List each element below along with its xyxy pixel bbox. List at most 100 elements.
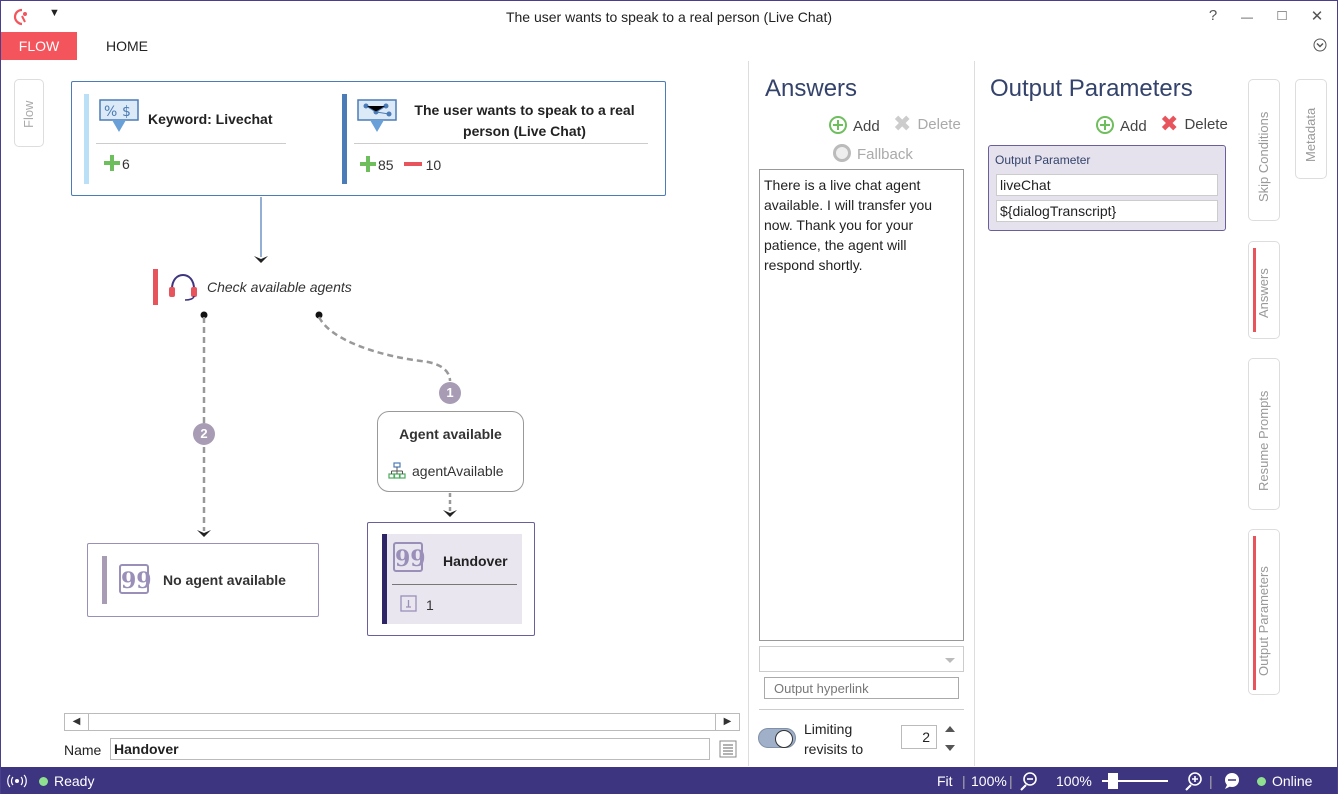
trigger-intent-negative-count: 10 [425, 157, 442, 173]
trigger-keyword-positive-count: 6 [122, 156, 130, 172]
zoom-left-value: 100% [971, 773, 1007, 789]
trigger-keyword-title: Keyword: Livechat [148, 111, 273, 127]
side-tab-answers[interactable]: Answers [1248, 241, 1280, 339]
handover-count: 1 [426, 597, 434, 613]
add-icon [829, 116, 847, 134]
limit-revisits-toggle[interactable] [758, 728, 796, 748]
check-agents-label: Check available agents [207, 279, 352, 295]
zoom-in-icon[interactable] [1184, 771, 1204, 791]
side-tab-resume-prompts[interactable]: Resume Prompts [1248, 358, 1280, 510]
maximize-button[interactable]: □ [1272, 7, 1292, 24]
status-ready-label: Ready [54, 773, 95, 789]
delete-x-icon: ✖ [1160, 111, 1179, 136]
tab-home[interactable]: HOME [106, 32, 148, 60]
limit-revisits-label-line2: revisits to [804, 741, 864, 757]
ribbon-tabs: FLOW HOME [1, 32, 1337, 60]
title-bar: ▼ The user wants to speak to a real pers… [1, 1, 1337, 34]
limit-revisits-label: Limiting revisits to [804, 719, 863, 759]
no-agent-accent [102, 556, 107, 604]
add-icon [1096, 116, 1114, 134]
app-window: ▼ The user wants to speak to a real pers… [0, 0, 1338, 794]
limit-revisits-value[interactable]: 2 [901, 725, 937, 749]
status-ready: Ready [39, 773, 94, 789]
trigger-intent-counts: 85 10 [360, 156, 441, 173]
svg-text:$: $ [122, 104, 131, 120]
limit-revisits-label-line1: Limiting [804, 721, 853, 737]
answers-fallback-label: Fallback [857, 146, 913, 163]
headset-icon [169, 273, 197, 301]
branch-order-badge-1[interactable]: 1 [439, 382, 461, 404]
svg-text:%: % [104, 104, 117, 120]
status-separator: | [962, 773, 966, 789]
tab-flow[interactable]: FLOW [1, 32, 77, 60]
chat-bubble-icon[interactable] [1223, 772, 1241, 790]
answers-title: Answers [765, 75, 858, 102]
scroll-right-icon[interactable]: ▶ [715, 714, 739, 730]
output-parameters-delete-label: Delete [1184, 116, 1228, 133]
branch-order-badge-2[interactable]: 2 [193, 423, 215, 445]
spin-up-icon[interactable] [945, 726, 955, 732]
output-parameters-delete-button[interactable]: ✖ Delete [1160, 113, 1228, 135]
condition-node-agent-available[interactable]: Agent available agentAvailable [377, 411, 524, 492]
name-input[interactable] [110, 738, 710, 760]
minimize-button[interactable]: — [1237, 10, 1257, 24]
trigger-intent-title-line2: person (Live Chat) [463, 123, 586, 139]
side-tab-output-parameters[interactable]: Output Parameters [1248, 529, 1280, 695]
name-row: Name [64, 738, 744, 762]
answer-text-area[interactable]: There is a live chat agent available. I … [759, 169, 964, 641]
trigger-intent-divider [354, 143, 648, 144]
answers-delete-button[interactable]: ✖ Delete [893, 113, 961, 135]
help-button[interactable]: ? [1203, 7, 1223, 24]
window-title: The user wants to speak to a real person… [505, 9, 833, 25]
side-tab-metadata[interactable]: Metadata [1295, 79, 1327, 179]
answer-variant-dropdown[interactable] [759, 646, 964, 672]
status-separator: | [1209, 773, 1213, 789]
side-tab-skip-conditions-label: Skip Conditions [1256, 111, 1271, 202]
output-parameters-add-label: Add [1120, 118, 1147, 135]
scroll-left-icon[interactable]: ◀ [65, 714, 89, 730]
fallback-icon [833, 144, 851, 162]
status-online: Online [1257, 773, 1312, 789]
online-dot-icon [1257, 777, 1266, 786]
output-hyperlink-input[interactable]: Output hyperlink [764, 677, 959, 699]
info-box-icon [400, 595, 417, 612]
list-icon[interactable] [719, 740, 737, 758]
handover-selected-area: 99 Handover 1 [382, 534, 522, 624]
quote-icon: 99 [393, 542, 426, 572]
flow-canvas[interactable]: Flow % $ Keyword: Livechat 6 The user wa… [1, 61, 747, 766]
handover-divider [392, 584, 517, 585]
output-parameters-add-button[interactable]: Add [1096, 116, 1147, 135]
output-parameters-title: Output Parameters [990, 75, 1193, 102]
side-tab-resume-prompts-label: Resume Prompts [1256, 390, 1271, 491]
close-button[interactable]: ✕ [1307, 7, 1327, 25]
output-parameter-name-field[interactable]: liveChat [996, 174, 1218, 196]
ribbon-expand-icon[interactable] [1313, 38, 1327, 52]
side-tab-skip-conditions[interactable]: Skip Conditions [1248, 79, 1280, 221]
plus-icon [360, 156, 376, 172]
output-parameter-card[interactable]: Output Parameter liveChat ${dialogTransc… [988, 145, 1226, 231]
intent-network-icon [357, 99, 397, 132]
spin-down-icon[interactable] [945, 745, 955, 751]
handover-accent [382, 534, 387, 624]
answers-add-button[interactable]: Add [829, 116, 880, 135]
zoom-fit-button[interactable]: Fit [937, 773, 953, 789]
output-node-no-agent[interactable]: 99 No agent available [87, 543, 319, 617]
output-parameter-value-field[interactable]: ${dialogTranscript} [996, 200, 1218, 222]
output-parameters-panel: Output Parameters Add ✖ Delete Output Par… [974, 61, 1242, 766]
condition-title: Agent available [399, 426, 502, 442]
no-agent-title: No agent available [163, 572, 286, 588]
status-online-label: Online [1272, 773, 1313, 789]
answers-fallback-button[interactable]: Fallback [833, 144, 913, 163]
output-parameter-header: Output Parameter [995, 153, 1091, 167]
quote-icon: 99 [119, 564, 152, 594]
output-node-handover[interactable]: 99 Handover 1 [367, 522, 535, 636]
canvas-horizontal-scrollbar[interactable]: ◀ ▶ [64, 713, 740, 731]
trigger-intent-accent [342, 94, 347, 184]
answers-panel: Answers Add ✖ Delete Fallback There is a … [748, 61, 973, 766]
zoom-slider-thumb[interactable] [1108, 773, 1118, 789]
zoom-out-icon[interactable] [1019, 771, 1039, 791]
check-agents-accent [153, 269, 158, 305]
triggers-node[interactable]: % $ Keyword: Livechat 6 The user wants t… [71, 81, 666, 196]
answers-divider [759, 709, 964, 710]
trigger-intent-title-line1: The user wants to speak to a real [414, 102, 635, 118]
